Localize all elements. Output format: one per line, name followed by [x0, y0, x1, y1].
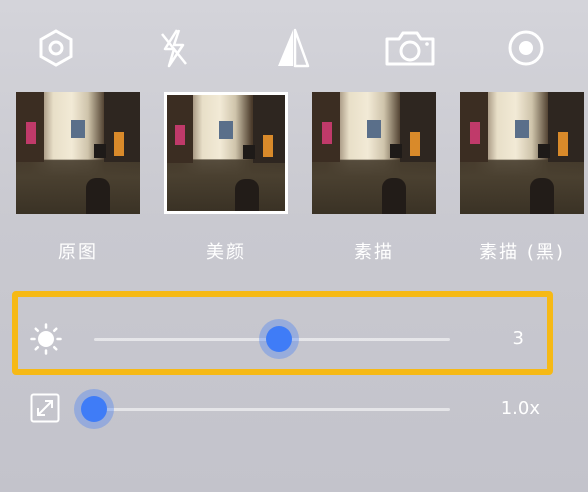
expand-arrows-icon	[30, 393, 60, 427]
filter-item[interactable]: 原图	[13, 92, 143, 263]
zoom-value: 1.0x	[500, 398, 540, 419]
filter-item-selected[interactable]: 美颜	[161, 92, 291, 263]
zoom-slider-track[interactable]	[94, 408, 450, 411]
filter-item[interactable]: 素描	[309, 92, 439, 263]
camera-icon[interactable]	[383, 24, 437, 72]
filter-thumbnail[interactable]	[16, 92, 140, 214]
filter-thumbnail[interactable]	[460, 92, 584, 214]
filter-thumbnail[interactable]	[164, 92, 288, 214]
brightness-sun-icon	[30, 323, 62, 359]
filter-label: 原图	[58, 242, 98, 263]
filter-label: 素描	[354, 242, 394, 263]
filter-item[interactable]: 素描 (黑)	[457, 92, 587, 263]
aperture-icon[interactable]	[268, 24, 316, 72]
settings-hexagon-icon[interactable]	[32, 24, 80, 72]
record-icon[interactable]	[502, 24, 550, 72]
filter-label: 美颜	[206, 242, 246, 263]
filter-thumbnail[interactable]	[312, 92, 436, 214]
brightness-slider-thumb[interactable]	[266, 326, 293, 352]
filter-label: 素描 (黑)	[479, 242, 565, 263]
flash-off-icon[interactable]	[150, 24, 198, 72]
brightness-value: 3	[512, 328, 524, 349]
zoom-slider-thumb[interactable]	[81, 396, 107, 422]
